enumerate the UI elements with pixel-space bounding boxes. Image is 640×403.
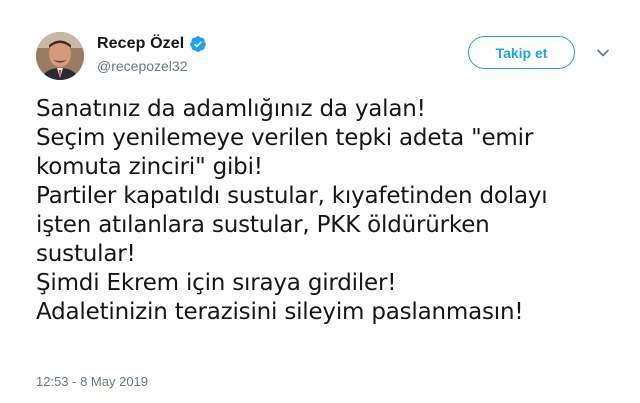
follow-button[interactable]: Takip et — [468, 36, 575, 69]
chevron-down-icon[interactable] — [596, 46, 610, 60]
tweet-line: Şimdi Ekrem için sıraya girdiler! — [36, 270, 397, 296]
author-handle[interactable]: @recepozel32 — [97, 58, 188, 74]
tweet-timestamp[interactable]: 12:53 - 8 May 2019 — [36, 374, 148, 389]
tweet-line: komuta zinciri" gibi! — [36, 154, 263, 180]
tweet-line: sustular! — [36, 241, 136, 267]
tweet-line: işten atılanlara sustular, PKK öldürürke… — [36, 212, 490, 238]
tweet-line: Adaletinizin terazisini sileyim paslanma… — [36, 299, 524, 325]
tweet-line: Partiler kapatıldı sustular, kıyafetinde… — [36, 183, 548, 209]
tweet-text: Sanatınız da adamlığınız da yalan! Seçim… — [36, 95, 626, 327]
profile-photo-icon — [36, 32, 84, 80]
author-display-name[interactable]: Recep Özel — [97, 35, 184, 53]
author-avatar[interactable] — [36, 32, 84, 80]
tweet-card: Recep Özel @recepozel32 Takip et Sanatın… — [0, 0, 640, 403]
author-name-row[interactable]: Recep Özel — [97, 35, 207, 53]
verified-badge-icon — [189, 35, 207, 53]
tweet-line: Seçim yenilemeye verilen tepki adeta "em… — [36, 125, 534, 151]
tweet-line: Sanatınız da adamlığınız da yalan! — [36, 96, 426, 122]
